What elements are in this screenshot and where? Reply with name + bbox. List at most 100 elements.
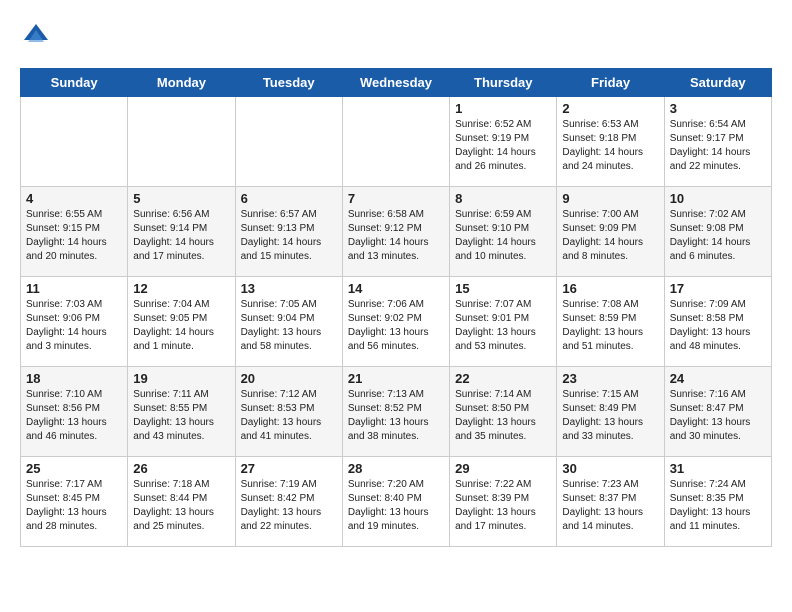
day-info: Sunrise: 7:22 AM Sunset: 8:39 PM Dayligh… <box>455 478 551 534</box>
calendar-cell: 11 Sunrise: 7:03 AM Sunset: 9:06 PM Dayli… <box>21 277 128 367</box>
day-number: 4 <box>26 191 122 206</box>
calendar-week-4: 18 Sunrise: 7:10 AM Sunset: 8:56 PM Dayli… <box>21 367 772 457</box>
day-info: Sunrise: 6:57 AM Sunset: 9:13 PM Dayligh… <box>241 208 337 264</box>
calendar-cell: 9 Sunrise: 7:00 AM Sunset: 9:09 PM Daylig… <box>557 187 664 277</box>
calendar-cell: 20 Sunrise: 7:12 AM Sunset: 8:53 PM Dayli… <box>235 367 342 457</box>
day-number: 11 <box>26 281 122 296</box>
col-header-saturday: Saturday <box>664 69 771 97</box>
day-number: 14 <box>348 281 444 296</box>
calendar-cell: 4 Sunrise: 6:55 AM Sunset: 9:15 PM Daylig… <box>21 187 128 277</box>
day-number: 8 <box>455 191 551 206</box>
day-info: Sunrise: 7:13 AM Sunset: 8:52 PM Dayligh… <box>348 388 444 444</box>
day-info: Sunrise: 7:07 AM Sunset: 9:01 PM Dayligh… <box>455 298 551 354</box>
col-header-monday: Monday <box>128 69 235 97</box>
day-info: Sunrise: 6:58 AM Sunset: 9:12 PM Dayligh… <box>348 208 444 264</box>
day-number: 29 <box>455 461 551 476</box>
calendar-cell: 29 Sunrise: 7:22 AM Sunset: 8:39 PM Dayli… <box>450 457 557 547</box>
col-header-friday: Friday <box>557 69 664 97</box>
calendar-cell <box>342 97 449 187</box>
day-number: 18 <box>26 371 122 386</box>
col-header-thursday: Thursday <box>450 69 557 97</box>
calendar-cell: 26 Sunrise: 7:18 AM Sunset: 8:44 PM Dayli… <box>128 457 235 547</box>
calendar-cell: 27 Sunrise: 7:19 AM Sunset: 8:42 PM Dayli… <box>235 457 342 547</box>
day-number: 7 <box>348 191 444 206</box>
day-info: Sunrise: 7:20 AM Sunset: 8:40 PM Dayligh… <box>348 478 444 534</box>
day-number: 28 <box>348 461 444 476</box>
calendar-cell: 2Sunrise: 6:53 AM Sunset: 9:18 PM Daylig… <box>557 97 664 187</box>
day-number: 9 <box>562 191 658 206</box>
logo-icon <box>20 20 52 52</box>
calendar-cell: 15 Sunrise: 7:07 AM Sunset: 9:01 PM Dayli… <box>450 277 557 367</box>
calendar-cell: 28 Sunrise: 7:20 AM Sunset: 8:40 PM Dayli… <box>342 457 449 547</box>
calendar-cell: 5Sunrise: 6:56 AM Sunset: 9:14 PM Daylig… <box>128 187 235 277</box>
day-info: Sunrise: 7:12 AM Sunset: 8:53 PM Dayligh… <box>241 388 337 444</box>
day-info: Sunrise: 7:08 AM Sunset: 8:59 PM Dayligh… <box>562 298 658 354</box>
day-info: Sunrise: 7:14 AM Sunset: 8:50 PM Dayligh… <box>455 388 551 444</box>
day-info: Sunrise: 7:18 AM Sunset: 8:44 PM Dayligh… <box>133 478 229 534</box>
calendar-week-3: 11 Sunrise: 7:03 AM Sunset: 9:06 PM Dayli… <box>21 277 772 367</box>
day-number: 30 <box>562 461 658 476</box>
calendar-cell: 1 Sunrise: 6:52 AM Sunset: 9:19 PM Daylig… <box>450 97 557 187</box>
day-info: Sunrise: 7:09 AM Sunset: 8:58 PM Dayligh… <box>670 298 766 354</box>
col-header-wednesday: Wednesday <box>342 69 449 97</box>
day-info: Sunrise: 6:59 AM Sunset: 9:10 PM Dayligh… <box>455 208 551 264</box>
day-info: Sunrise: 6:54 AM Sunset: 9:17 PM Dayligh… <box>670 118 766 174</box>
calendar-cell <box>21 97 128 187</box>
day-number: 5 <box>133 191 229 206</box>
calendar-cell: 14Sunrise: 7:06 AM Sunset: 9:02 PM Dayli… <box>342 277 449 367</box>
day-number: 24 <box>670 371 766 386</box>
day-number: 3 <box>670 101 766 116</box>
calendar-cell: 7 Sunrise: 6:58 AM Sunset: 9:12 PM Daylig… <box>342 187 449 277</box>
calendar-cell: 23 Sunrise: 7:15 AM Sunset: 8:49 PM Dayli… <box>557 367 664 457</box>
calendar-cell: 8 Sunrise: 6:59 AM Sunset: 9:10 PM Daylig… <box>450 187 557 277</box>
calendar-cell: 16 Sunrise: 7:08 AM Sunset: 8:59 PM Dayli… <box>557 277 664 367</box>
day-info: Sunrise: 7:00 AM Sunset: 9:09 PM Dayligh… <box>562 208 658 264</box>
day-number: 6 <box>241 191 337 206</box>
day-info: Sunrise: 6:55 AM Sunset: 9:15 PM Dayligh… <box>26 208 122 264</box>
calendar-cell: 31 Sunrise: 7:24 AM Sunset: 8:35 PM Dayli… <box>664 457 771 547</box>
day-info: Sunrise: 7:02 AM Sunset: 9:08 PM Dayligh… <box>670 208 766 264</box>
day-number: 27 <box>241 461 337 476</box>
day-number: 17 <box>670 281 766 296</box>
calendar-cell: 12 Sunrise: 7:04 AM Sunset: 9:05 PM Dayli… <box>128 277 235 367</box>
day-info: Sunrise: 6:52 AM Sunset: 9:19 PM Dayligh… <box>455 118 551 174</box>
day-number: 31 <box>670 461 766 476</box>
day-info: Sunrise: 7:15 AM Sunset: 8:49 PM Dayligh… <box>562 388 658 444</box>
day-number: 12 <box>133 281 229 296</box>
day-number: 26 <box>133 461 229 476</box>
day-number: 2 <box>562 101 658 116</box>
calendar-cell <box>128 97 235 187</box>
calendar-cell: 19Sunrise: 7:11 AM Sunset: 8:55 PM Dayli… <box>128 367 235 457</box>
calendar-cell: 18 Sunrise: 7:10 AM Sunset: 8:56 PM Dayli… <box>21 367 128 457</box>
day-number: 15 <box>455 281 551 296</box>
day-number: 13 <box>241 281 337 296</box>
logo <box>20 20 56 52</box>
day-number: 25 <box>26 461 122 476</box>
header-row: SundayMondayTuesdayWednesdayThursdayFrid… <box>21 69 772 97</box>
calendar-cell: 24 Sunrise: 7:16 AM Sunset: 8:47 PM Dayli… <box>664 367 771 457</box>
calendar-week-5: 25Sunrise: 7:17 AM Sunset: 8:45 PM Dayli… <box>21 457 772 547</box>
day-info: Sunrise: 7:24 AM Sunset: 8:35 PM Dayligh… <box>670 478 766 534</box>
day-number: 16 <box>562 281 658 296</box>
col-header-tuesday: Tuesday <box>235 69 342 97</box>
calendar-week-2: 4 Sunrise: 6:55 AM Sunset: 9:15 PM Daylig… <box>21 187 772 277</box>
day-number: 19 <box>133 371 229 386</box>
day-info: Sunrise: 7:03 AM Sunset: 9:06 PM Dayligh… <box>26 298 122 354</box>
calendar-cell: 22 Sunrise: 7:14 AM Sunset: 8:50 PM Dayli… <box>450 367 557 457</box>
day-info: Sunrise: 7:19 AM Sunset: 8:42 PM Dayligh… <box>241 478 337 534</box>
day-info: Sunrise: 7:10 AM Sunset: 8:56 PM Dayligh… <box>26 388 122 444</box>
calendar-cell: 30 Sunrise: 7:23 AM Sunset: 8:37 PM Dayli… <box>557 457 664 547</box>
day-info: Sunrise: 7:05 AM Sunset: 9:04 PM Dayligh… <box>241 298 337 354</box>
calendar-cell: 3 Sunrise: 6:54 AM Sunset: 9:17 PM Daylig… <box>664 97 771 187</box>
day-number: 1 <box>455 101 551 116</box>
day-number: 20 <box>241 371 337 386</box>
day-number: 21 <box>348 371 444 386</box>
day-number: 22 <box>455 371 551 386</box>
day-info: Sunrise: 7:16 AM Sunset: 8:47 PM Dayligh… <box>670 388 766 444</box>
day-info: Sunrise: 7:23 AM Sunset: 8:37 PM Dayligh… <box>562 478 658 534</box>
calendar-week-1: 1 Sunrise: 6:52 AM Sunset: 9:19 PM Daylig… <box>21 97 772 187</box>
day-info: Sunrise: 7:04 AM Sunset: 9:05 PM Dayligh… <box>133 298 229 354</box>
calendar-cell: 21 Sunrise: 7:13 AM Sunset: 8:52 PM Dayli… <box>342 367 449 457</box>
day-number: 23 <box>562 371 658 386</box>
calendar-cell: 25Sunrise: 7:17 AM Sunset: 8:45 PM Dayli… <box>21 457 128 547</box>
